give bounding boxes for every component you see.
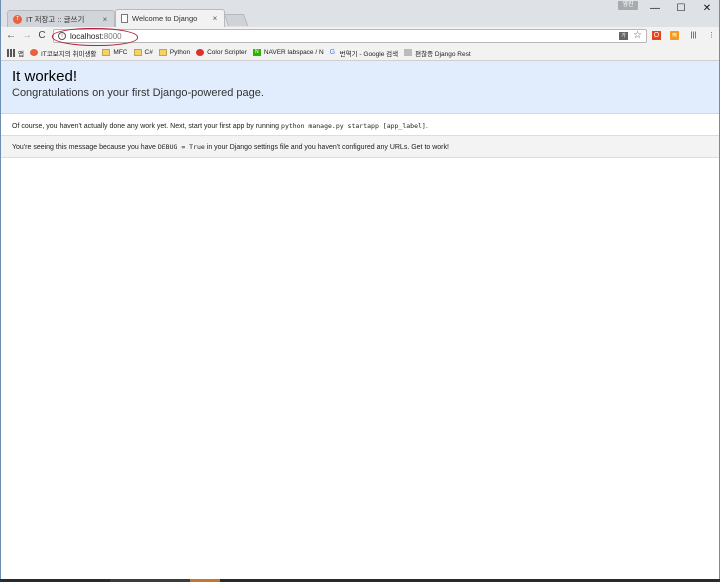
apps-icon (7, 48, 15, 57)
browser-window: T IT 저장고 :: 글쓰기 × Welcome to Django × 영진… (0, 0, 720, 580)
bookmark-csharp[interactable]: C# (133, 49, 153, 56)
bookmarks-bar: 앱 IT코보지의 취미생활 MFC C# Python Color Script… (1, 45, 719, 61)
new-tab-button[interactable] (223, 14, 249, 26)
page-subtitle: Congratulations on your first Django-pow… (12, 87, 264, 99)
startapp-command: python manage.py startapp [app_label] (281, 122, 426, 130)
star-icon[interactable]: ☆ (633, 30, 642, 41)
explanation-text: You're seeing this message because you h… (1, 136, 719, 158)
page-icon (404, 49, 413, 56)
debug-setting: DEBUG = True (157, 143, 205, 151)
url-host: localhost: (70, 31, 104, 41)
url-port: 8000 (103, 31, 122, 41)
bookmark-naver-labspace[interactable]: N NAVER labspace / N (252, 49, 324, 56)
reload-icon[interactable]: C (36, 30, 48, 42)
page-content: It worked! Congratulations on your first… (1, 61, 719, 579)
page-title: It worked! (12, 68, 78, 85)
maximize-button[interactable]: ☐ (668, 0, 694, 16)
tab-title: IT 저장고 :: 글쓰기 (26, 14, 85, 24)
bookmark-it-hobby[interactable]: IT코보지의 취미생활 (29, 48, 96, 58)
close-window-button[interactable]: ✕ (694, 0, 719, 16)
bookmark-python[interactable]: Python (158, 49, 190, 56)
folder-icon (133, 49, 142, 56)
folder-icon (102, 49, 111, 56)
forward-icon[interactable]: → (21, 30, 33, 42)
address-bar[interactable]: i localhost: 8000 가 ☆ (53, 29, 647, 43)
tab-title: Welcome to Django (132, 14, 198, 23)
info-icon[interactable]: i (58, 32, 66, 40)
bookmark-color-scripter[interactable]: Color Scripter (196, 49, 247, 56)
bookmark-mfc[interactable]: MFC (102, 49, 128, 56)
document-icon (121, 14, 128, 23)
bookmark-google-translate[interactable]: G 번역기 - Google 검색 (330, 48, 398, 58)
tab-strip: T IT 저장고 :: 글쓰기 × Welcome to Django × 영진… (1, 0, 719, 27)
google-icon: G (329, 49, 336, 56)
rss-extension-icon[interactable]: ≋ (670, 31, 679, 40)
translate-icon[interactable]: 가 (619, 32, 628, 40)
tab-it-storage[interactable]: T IT 저장고 :: 글쓰기 × (7, 10, 115, 27)
office-extension-icon[interactable]: O (652, 31, 661, 40)
bars-extension-icon[interactable]: ||| (689, 31, 698, 40)
profile-badge[interactable]: 영진 (618, 1, 638, 10)
tistory-icon (29, 49, 38, 56)
folder-icon (158, 49, 167, 56)
close-icon[interactable]: × (211, 14, 219, 23)
back-icon[interactable]: ← (5, 30, 17, 42)
naver-icon: N (252, 49, 261, 56)
tistory-icon: T (13, 14, 22, 24)
browser-toolbar: ← → C i localhost: 8000 가 ☆ O ≋ ||| ⋮ (1, 27, 719, 45)
bookmark-apps[interactable]: 앱 (7, 48, 24, 58)
summary-banner: It worked! Congratulations on your first… (1, 61, 719, 114)
instructions-text: Of course, you haven't actually done any… (1, 114, 719, 136)
minimize-button[interactable]: — (642, 0, 668, 16)
menu-icon[interactable]: ⋮ (707, 31, 716, 40)
color-scripter-icon (196, 49, 205, 56)
bookmark-django-rest[interactable]: 편찮증 Django Rest (404, 48, 471, 58)
close-icon[interactable]: × (101, 15, 109, 24)
tab-welcome-django[interactable]: Welcome to Django × (115, 9, 225, 27)
